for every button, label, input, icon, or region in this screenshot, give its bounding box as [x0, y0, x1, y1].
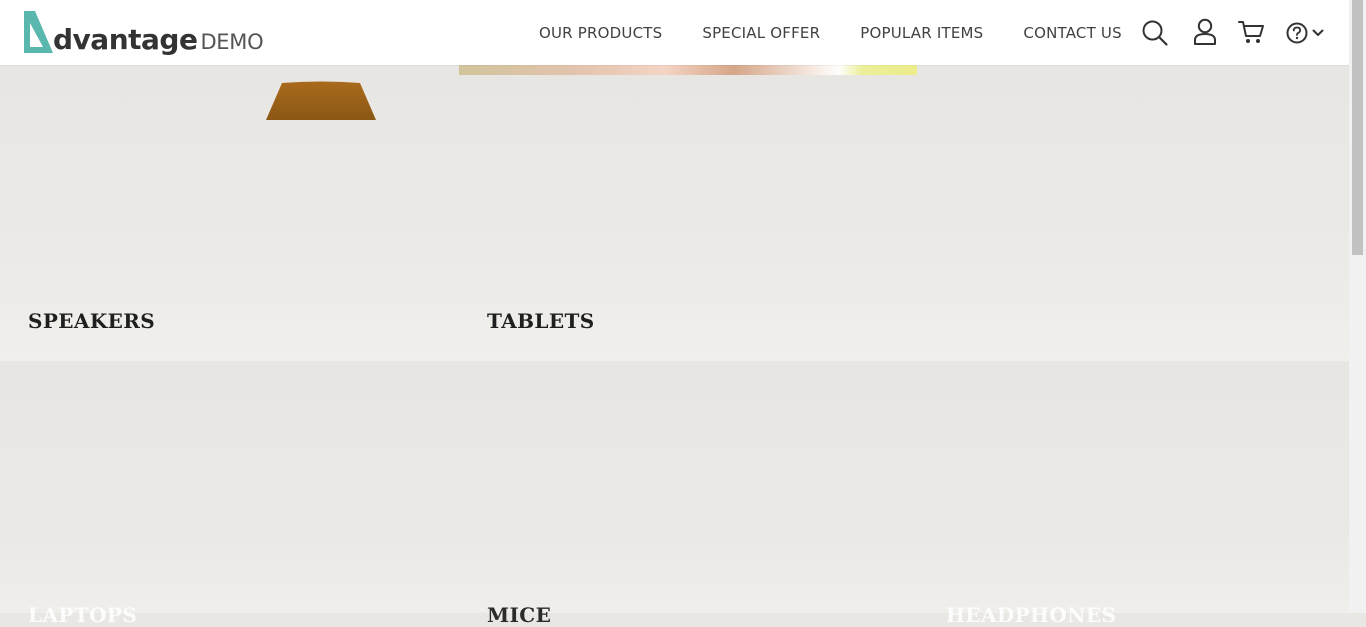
category-headphones-label[interactable]: HEADPHONES	[946, 603, 1116, 627]
logo-mark-icon	[24, 11, 53, 53]
category-mice-label[interactable]: MICE	[487, 603, 551, 627]
logo-brand: dvantage	[53, 23, 198, 56]
top-header: dvantage DEMO OUR PRODUCTS SPECIAL OFFER …	[0, 0, 1349, 65]
category-laptops-label[interactable]: LAPTOPS	[28, 603, 137, 627]
chevron-down-icon[interactable]	[1312, 28, 1324, 38]
tablets-image[interactable]	[459, 65, 917, 75]
speaker-image[interactable]	[266, 81, 376, 121]
user-icon[interactable]	[1193, 18, 1217, 46]
category-row-1	[0, 65, 1349, 361]
category-speakers-label[interactable]: SPEAKERS	[28, 309, 155, 333]
main-nav: OUR PRODUCTS SPECIAL OFFER POPULAR ITEMS…	[539, 0, 1122, 65]
cart-icon[interactable]	[1238, 20, 1266, 46]
page-scrollbar[interactable]	[1349, 0, 1366, 613]
nav-special-offer[interactable]: SPECIAL OFFER	[702, 24, 820, 42]
search-icon[interactable]	[1141, 19, 1169, 47]
logo-demo: DEMO	[200, 30, 264, 54]
logo-text: dvantage DEMO	[53, 23, 264, 56]
nav-contact-us[interactable]: CONTACT US	[1023, 24, 1121, 42]
category-row-2	[0, 361, 1349, 613]
nav-our-products[interactable]: OUR PRODUCTS	[539, 24, 662, 42]
help-icon[interactable]	[1286, 22, 1308, 44]
nav-popular-items[interactable]: POPULAR ITEMS	[860, 24, 983, 42]
category-tablets-label[interactable]: TABLETS	[487, 309, 595, 333]
scrollbar-thumb[interactable]	[1352, 0, 1363, 255]
